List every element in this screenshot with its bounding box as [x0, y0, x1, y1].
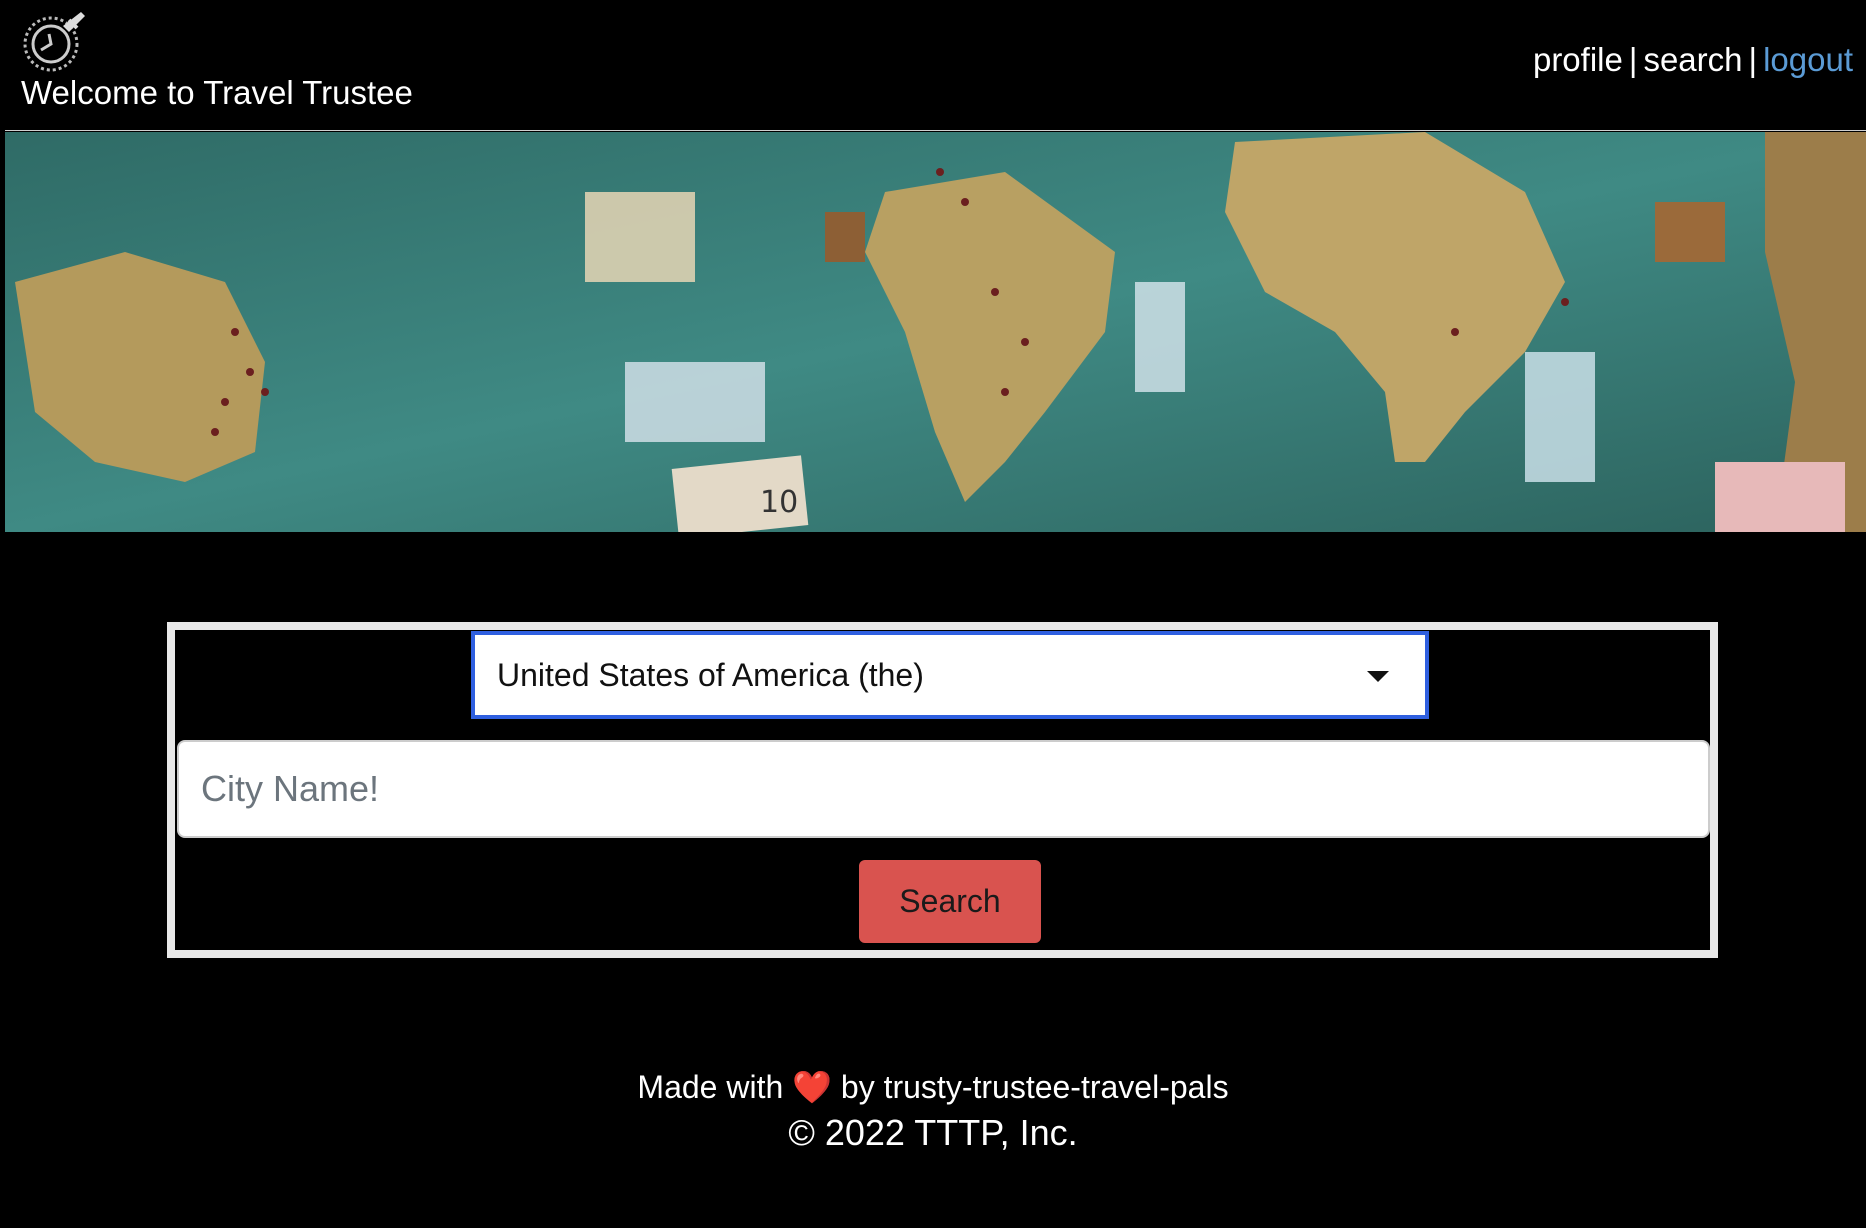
site-title: Welcome to Travel Trustee [21, 74, 413, 111]
hero-world-map-image: 10 [5, 132, 1866, 532]
footer: Made with ❤️ by trusty-trustee-travel-pa… [0, 1066, 1866, 1158]
search-panel: United States of America (the) Search [167, 622, 1718, 958]
country-select[interactable]: United States of America (the) [471, 631, 1429, 719]
nav-separator: | [1748, 41, 1758, 78]
nav-search-link[interactable]: search [1643, 41, 1742, 78]
top-nav: profile | search | logout [1533, 41, 1853, 79]
footer-credit: Made with ❤️ by trusty-trustee-travel-pa… [0, 1066, 1866, 1108]
compass-plane-icon[interactable] [19, 6, 89, 76]
search-button[interactable]: Search [859, 860, 1041, 943]
footer-copyright: © 2022 TTTP, Inc. [788, 1112, 1078, 1153]
nav-separator: | [1628, 41, 1638, 78]
city-name-input[interactable] [177, 740, 1710, 838]
header: Welcome to Travel Trustee profile | search… [5, 0, 1866, 131]
heart-icon: ❤️ [792, 1069, 832, 1105]
nav-logout-link[interactable]: logout [1763, 41, 1853, 78]
country-select-value: United States of America (the) [497, 657, 924, 693]
nav-profile-link[interactable]: profile [1533, 41, 1623, 78]
footer-made-with: Made with [637, 1069, 784, 1105]
chevron-down-icon[interactable] [1367, 671, 1389, 682]
svg-text:10: 10 [760, 485, 798, 520]
footer-by-text: by trusty-trustee-travel-pals [840, 1069, 1229, 1105]
